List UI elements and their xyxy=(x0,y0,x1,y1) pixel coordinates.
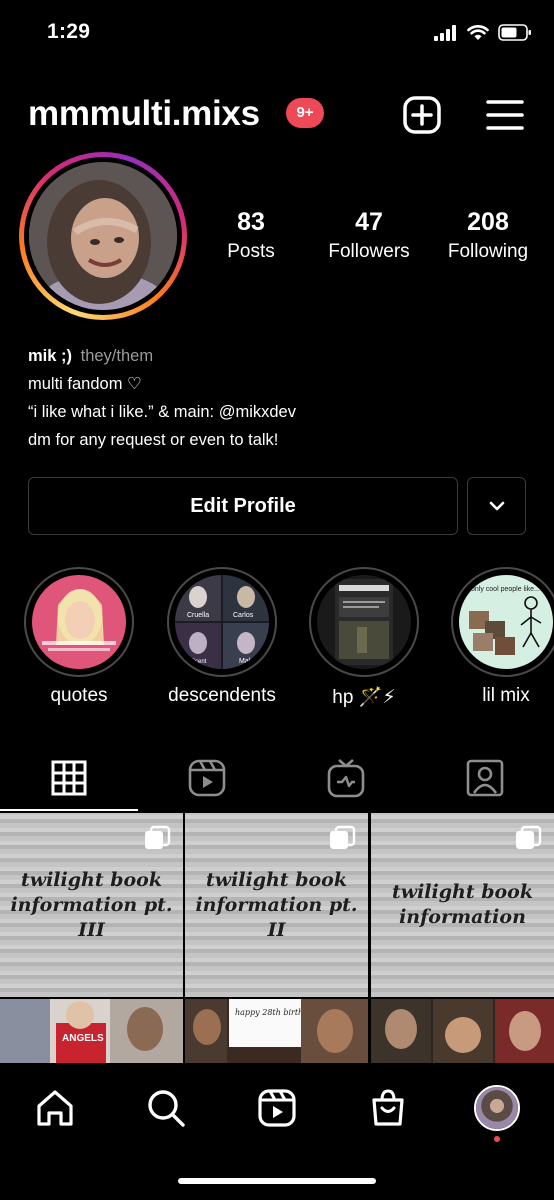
search-icon xyxy=(148,1090,185,1127)
nav-reels[interactable] xyxy=(247,1083,307,1133)
chevron-down-icon xyxy=(489,501,504,511)
nav-home[interactable] xyxy=(25,1083,85,1133)
tab-reels[interactable] xyxy=(138,745,276,811)
highlight-label: descendents xyxy=(168,685,276,706)
carousel-icon xyxy=(330,825,356,849)
tagged-icon xyxy=(466,759,504,797)
post-text: twilight book information pt. II xyxy=(195,868,358,941)
status-bar: 1:29 xyxy=(0,0,554,70)
username[interactable]: mmmulti.mixs xyxy=(28,94,260,134)
shop-icon xyxy=(372,1089,404,1126)
carousel-icon xyxy=(145,825,171,849)
tab-posts-grid[interactable] xyxy=(0,745,138,811)
following-count: 208 xyxy=(467,208,509,236)
grid-post[interactable]: twilight book information pt. III xyxy=(0,813,183,997)
profile-tabs xyxy=(0,745,554,811)
avatar xyxy=(476,1087,518,1129)
battery-icon xyxy=(498,24,531,41)
bio-line: multi fandom ♡ xyxy=(28,375,142,393)
reels-icon xyxy=(188,759,226,797)
grid-post[interactable]: ANGELS xyxy=(0,999,183,1065)
highlight-label: lil mix xyxy=(482,685,530,706)
bio-line: “i like what i like.” & main: @mikxdev xyxy=(28,403,296,421)
tab-tagged[interactable] xyxy=(416,745,554,811)
profile-photo xyxy=(29,162,177,310)
following-label: Following xyxy=(447,241,529,262)
followers-count: 47 xyxy=(355,208,383,236)
active-tab-indicator xyxy=(0,809,138,811)
grid-post[interactable] xyxy=(371,999,554,1065)
pronouns: they/them xyxy=(80,347,154,365)
menu-button[interactable] xyxy=(484,94,526,136)
post-text: twilight book information pt. III xyxy=(10,868,173,941)
followers-label: Followers xyxy=(328,241,410,262)
nav-profile-avatar[interactable] xyxy=(474,1085,520,1131)
thumb-caption: Cruella xyxy=(187,612,209,619)
bottom-navigation xyxy=(0,1063,554,1200)
notification-dot xyxy=(494,1136,500,1142)
wifi-icon xyxy=(467,24,489,40)
nav-shop[interactable] xyxy=(358,1083,418,1133)
followers-stat[interactable]: 47 Followers xyxy=(309,208,429,263)
post-text: twilight book information xyxy=(391,881,534,928)
posts-label: Posts xyxy=(227,241,275,262)
post-caption: ANGELS xyxy=(62,1033,104,1044)
highlight-label: hp 🪄⚡ xyxy=(332,687,396,708)
menu-icon xyxy=(486,100,524,130)
status-time: 1:29 xyxy=(47,20,91,43)
grid-post[interactable]: twilight book information pt. II xyxy=(185,813,368,997)
status-icons xyxy=(434,24,532,41)
nav-search[interactable] xyxy=(136,1083,196,1133)
carousel-icon xyxy=(516,825,542,849)
grid-post[interactable]: happy 28th birthday bebe! xyxy=(185,999,368,1065)
grid-icon xyxy=(51,760,87,796)
profile-header: mmmulti.mixs 9+ xyxy=(0,88,554,148)
bio-name-line: mik ;) they/them xyxy=(28,342,296,370)
highlight-thumbnail xyxy=(32,575,126,669)
grid-post[interactable]: twilight book information xyxy=(371,813,554,997)
posts-grid: twilight book information pt. III twilig… xyxy=(0,813,554,1065)
home-icon xyxy=(37,1090,73,1126)
edit-profile-button[interactable]: Edit Profile xyxy=(28,477,458,535)
display-name: mik ;) xyxy=(28,347,73,365)
posts-stat[interactable]: 83 Posts xyxy=(191,208,311,263)
new-post-button[interactable] xyxy=(401,94,443,136)
highlight-thumbnail: only cool people like... xyxy=(459,575,553,669)
thumb-caption: Carlos xyxy=(233,612,254,619)
igtv-icon xyxy=(327,759,365,798)
highlight-label: quotes xyxy=(50,685,108,706)
following-stat[interactable]: 208 Following xyxy=(428,208,548,263)
posts-count: 83 xyxy=(237,208,265,236)
profile-avatar[interactable] xyxy=(19,152,187,320)
thumb-caption: only cool people like... xyxy=(471,586,540,593)
notification-badge[interactable]: 9+ xyxy=(286,98,324,128)
home-indicator[interactable] xyxy=(178,1178,376,1184)
thumb-caption: Maleficent xyxy=(179,659,207,665)
new-post-icon xyxy=(403,96,441,134)
bio-line: dm for any request or even to talk! xyxy=(28,431,279,449)
tab-igtv[interactable] xyxy=(277,745,415,811)
highlight-thumbnail xyxy=(317,575,411,669)
signal-icon xyxy=(434,24,456,41)
suggestions-dropdown-button[interactable] xyxy=(467,477,526,535)
thumb-caption: Mal xyxy=(239,658,251,665)
profile-bio: mik ;) they/them multi fandom ♡ “i like … xyxy=(28,342,296,454)
highlight-thumbnail: Cruella Carlos Maleficent Mal xyxy=(175,575,269,669)
reels-icon xyxy=(258,1089,296,1127)
